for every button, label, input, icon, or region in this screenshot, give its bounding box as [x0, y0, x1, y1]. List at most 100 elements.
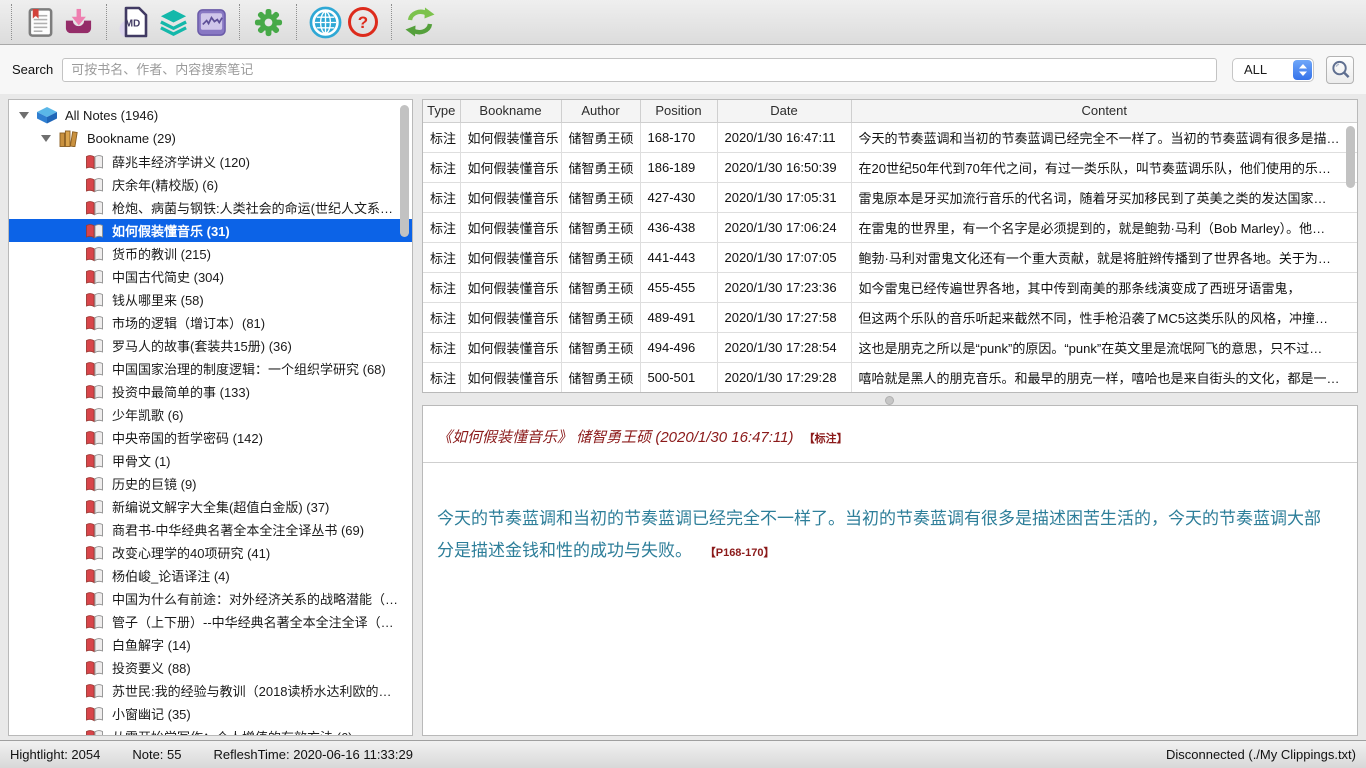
book-label: 如何假装懂音乐 (31) — [112, 221, 230, 240]
cell-type: 标注 — [423, 122, 460, 152]
column-header-content[interactable]: Content — [851, 100, 1357, 122]
tree-item-book[interactable]: 薛兆丰经济学讲义 (120) — [9, 150, 412, 173]
book-icon — [85, 177, 104, 193]
tree-item-book[interactable]: 中国国家治理的制度逻辑：一个组织学研究 (68) — [9, 357, 412, 380]
note-row[interactable]: 标注 如何假装懂音乐 储智勇王硕 500-501 2020/1/30 17:29… — [423, 362, 1357, 392]
tree-item-book[interactable]: 历史的巨镜 (9) — [9, 472, 412, 495]
book-label: 中国古代简史 (304) — [112, 267, 224, 286]
tree-item-book[interactable]: 白鱼解字 (14) — [9, 633, 412, 656]
book-label: 钱从哪里来 (58) — [112, 290, 204, 309]
all-notes-icon — [37, 107, 57, 124]
help-button[interactable]: ? — [344, 3, 382, 41]
tree-item-book[interactable]: 投资中最简单的事 (133) — [9, 380, 412, 403]
search-button[interactable] — [1326, 56, 1354, 84]
tree-item-book[interactable]: 钱从哪里来 (58) — [9, 288, 412, 311]
note-detail-title: 《如何假装懂音乐》 储智勇王硕 (2020/1/30 16:47:11) 【标注… — [437, 426, 1347, 447]
book-label: 货币的教训 (215) — [112, 244, 211, 263]
tree-item-book[interactable]: 中央帝国的哲学密码 (142) — [9, 426, 412, 449]
tree-item-book[interactable]: 新编说文解字大全集(超值白金版) (37) — [9, 495, 412, 518]
book-label: 枪炮、病菌与钢铁:人类社会的命运(世纪人文系… — [112, 198, 393, 217]
cell-type: 标注 — [423, 212, 460, 242]
cell-type: 标注 — [423, 152, 460, 182]
cell-position: 494-496 — [640, 332, 717, 362]
note-row[interactable]: 标注 如何假装懂音乐 储智勇王硕 494-496 2020/1/30 17:28… — [423, 332, 1357, 362]
column-header-type[interactable]: Type — [423, 100, 460, 122]
layers-export-button[interactable] — [154, 3, 192, 41]
sidebar-scrollbar-thumb[interactable] — [400, 105, 409, 237]
book-icon — [85, 683, 104, 699]
gear-icon — [253, 7, 284, 38]
book-label: 庆余年(精校版) (6) — [112, 175, 218, 194]
tree-item-book[interactable]: 苏世民:我的经验与教训（2018读桥水达利欧的… — [9, 679, 412, 702]
help-icon: ? — [347, 6, 379, 38]
import-clippings-button[interactable] — [59, 3, 97, 41]
note-row[interactable]: 标注 如何假装懂音乐 储智勇王硕 427-430 2020/1/30 17:05… — [423, 182, 1357, 212]
column-header-position[interactable]: Position — [640, 100, 717, 122]
tree-item-book[interactable]: 杨伯峻_论语译注 (4) — [9, 564, 412, 587]
note-row[interactable]: 标注 如何假装懂音乐 储智勇王硕 186-189 2020/1/30 16:50… — [423, 152, 1357, 182]
book-label: 历史的巨镜 (9) — [112, 474, 197, 493]
tree-item-book[interactable]: 中国古代简史 (304) — [9, 265, 412, 288]
cell-position: 436-438 — [640, 212, 717, 242]
tree-item-book[interactable]: 少年凯歌 (6) — [9, 403, 412, 426]
toolbar: MD — [0, 0, 1366, 45]
disclosure-triangle-icon[interactable] — [19, 112, 29, 119]
layers-icon — [158, 7, 189, 38]
web-button[interactable] — [306, 3, 344, 41]
statistics-button[interactable] — [192, 3, 230, 41]
search-input[interactable] — [62, 58, 1217, 82]
table-header-row: Type Bookname Author Position Date Conte… — [423, 100, 1357, 122]
tree-item-book[interactable]: 小窗幽记 (35) — [9, 702, 412, 725]
note-row[interactable]: 标注 如何假装懂音乐 储智勇王硕 441-443 2020/1/30 17:07… — [423, 242, 1357, 272]
tree-item-book[interactable]: 改变心理学的40项研究 (41) — [9, 541, 412, 564]
disclosure-triangle-icon[interactable] — [41, 135, 51, 142]
note-row[interactable]: 标注 如何假装懂音乐 储智勇王硕 489-491 2020/1/30 17:27… — [423, 302, 1357, 332]
note-row[interactable]: 标注 如何假装懂音乐 储智勇王硕 168-170 2020/1/30 16:47… — [423, 122, 1357, 152]
note-detail-body: 今天的节奏蓝调和当初的节奏蓝调已经完全不一样了。当初的节奏蓝调有很多是描述困苦生… — [437, 503, 1331, 569]
cell-bookname: 如何假装懂音乐 — [460, 302, 561, 332]
tree-item-bookname[interactable]: Bookname (29) — [9, 127, 412, 150]
tree-item-book[interactable]: 货币的教训 (215) — [9, 242, 412, 265]
tree-item-book[interactable]: 市场的逻辑（增订本）(81) — [9, 311, 412, 334]
import-icon — [63, 7, 94, 38]
note-row[interactable]: 标注 如何假装懂音乐 储智勇王硕 436-438 2020/1/30 17:06… — [423, 212, 1357, 242]
note-row[interactable]: 标注 如何假装懂音乐 储智勇王硕 455-455 2020/1/30 17:23… — [423, 272, 1357, 302]
tree-item-book[interactable]: 罗马人的故事(套装共15册) (36) — [9, 334, 412, 357]
cell-date: 2020/1/30 17:29:28 — [717, 362, 851, 392]
cell-author: 储智勇王硕 — [561, 272, 640, 302]
cell-bookname: 如何假装懂音乐 — [460, 272, 561, 302]
book-icon — [85, 315, 104, 331]
book-label: 杨伯峻_论语译注 (4) — [112, 566, 230, 585]
tree-item-book[interactable]: 枪炮、病菌与钢铁:人类社会的命运(世纪人文系… — [9, 196, 412, 219]
tree-item-book[interactable]: 投资要义 (88) — [9, 656, 412, 679]
markdown-export-button[interactable]: MD — [116, 3, 154, 41]
note-position-tag: 【P168-170】 — [705, 547, 775, 559]
filter-dropdown[interactable]: ALL — [1232, 58, 1314, 82]
refresh-button[interactable] — [401, 3, 439, 41]
note-type-tag: 【标注】 — [804, 433, 848, 445]
column-header-date[interactable]: Date — [717, 100, 851, 122]
book-tree-panel: All Notes (1946) Bookname (29) — [8, 99, 413, 736]
cell-content: 但这两个乐队的音乐听起来截然不同，性手枪沿袭了MC5这类乐队的风格，冲撞… — [851, 302, 1357, 332]
tree-item-book[interactable]: 庆余年(精校版) (6) — [9, 173, 412, 196]
cell-date: 2020/1/30 16:47:11 — [717, 122, 851, 152]
book-label: 投资要义 (88) — [112, 658, 191, 677]
column-header-bookname[interactable]: Bookname — [460, 100, 561, 122]
column-header-author[interactable]: Author — [561, 100, 640, 122]
tree-item-book[interactable]: 从零开始学写作：个人增值的有效方法 (6) — [9, 725, 412, 736]
tree-item-all-notes[interactable]: All Notes (1946) — [9, 104, 412, 127]
tree-item-book[interactable]: 商君书-中华经典名著全本全注全译丛书 (69) — [9, 518, 412, 541]
tree-item-book[interactable]: 中国为什么有前途：对外经济关系的战略潜能（… — [9, 587, 412, 610]
tree-item-book[interactable]: 甲骨文 (1) — [9, 449, 412, 472]
table-scrollbar-thumb[interactable] — [1346, 126, 1355, 188]
splitter-handle[interactable] — [885, 396, 894, 405]
status-refresh-time: RefleshTime: 2020-06-16 11:33:29 — [214, 747, 413, 762]
svg-text:?: ? — [358, 13, 368, 32]
cell-author: 储智勇王硕 — [561, 362, 640, 392]
cell-position: 168-170 — [640, 122, 717, 152]
notes-document-button[interactable] — [21, 3, 59, 41]
tree-item-book[interactable]: 如何假装懂音乐 (31) — [9, 219, 412, 242]
tree-item-book[interactable]: 管子（上下册）--中华经典名著全本全注全译（… — [9, 610, 412, 633]
book-icon — [85, 200, 104, 216]
settings-button[interactable] — [249, 3, 287, 41]
